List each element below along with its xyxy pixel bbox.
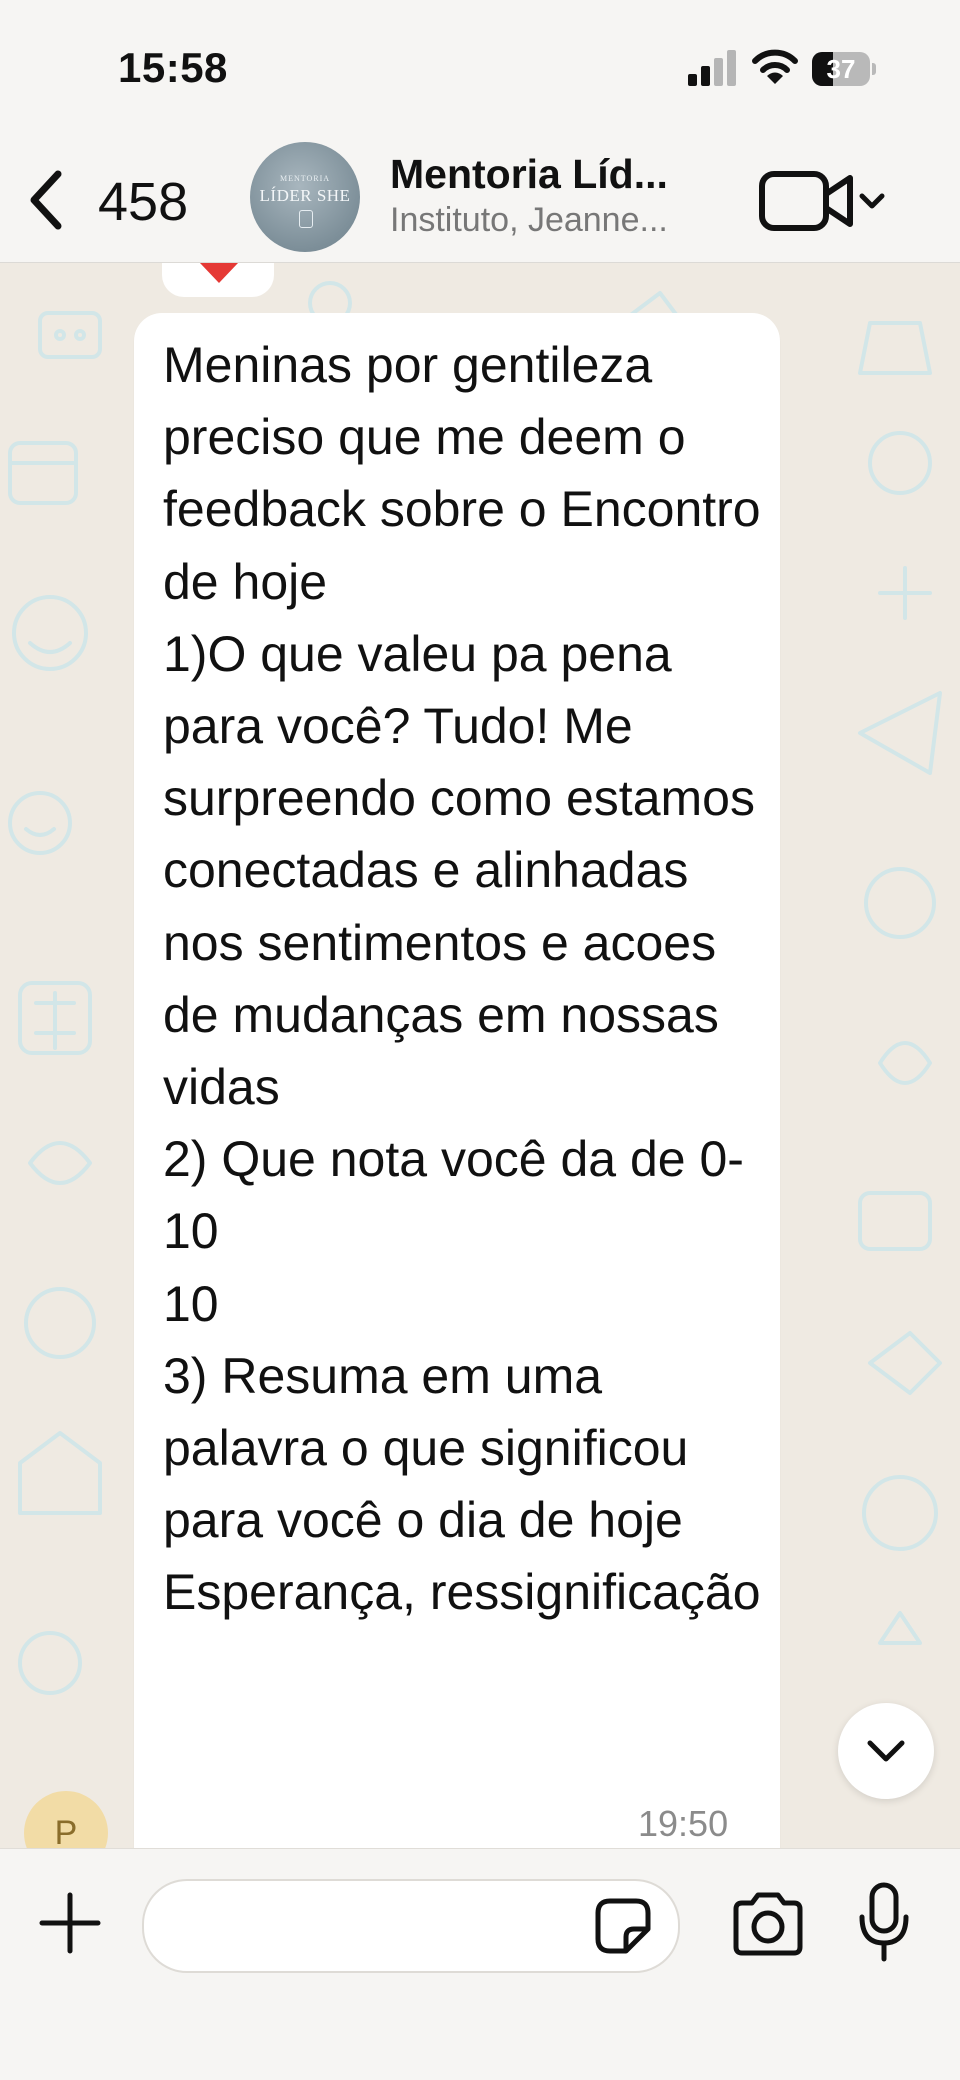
camera-icon [733,1892,803,1956]
avatar-main-text: LÍDER SHE [259,186,351,205]
back-button[interactable]: 458 [20,160,210,240]
input-bar [0,1848,960,2080]
plus-icon [39,1892,101,1954]
wifi-icon [752,49,798,84]
battery-icon: 37 [812,52,876,86]
status-bar: 15:58 37 [0,0,960,140]
battery-level: 37 [826,54,856,84]
message-text: Meninas por gentileza preciso que me dee… [163,337,761,1621]
message-time: 19:50 [638,1803,729,1844]
group-members: Instituto, Jeanne... [390,201,668,239]
chevron-down-icon [859,193,885,209]
microphone-icon [859,1882,909,1962]
avatar-logo-mark [299,210,313,228]
group-info[interactable]: Mentoria Líd... Instituto, Jeanne... [390,150,730,242]
chevron-down-icon [867,1740,905,1762]
attach-button[interactable] [38,1891,102,1955]
message-input[interactable] [174,1899,578,1953]
previous-message-bubble[interactable] [162,263,274,297]
heart-reaction-icon [200,263,238,283]
chat-header: 458 MENTORIA LÍDER SHE Mentoria Líd... I… [0,140,960,263]
sticker-button[interactable] [592,1895,654,1957]
message-bubble[interactable]: Meninas por gentileza preciso que me dee… [134,313,780,1848]
cellular-signal-icon [688,50,736,86]
sticker-icon [595,1898,651,1954]
video-call-button[interactable] [758,164,888,238]
avatar-top-text: MENTORIA [279,174,331,183]
message-input-container [142,1879,680,1973]
chevron-left-icon [30,170,62,230]
chat-area[interactable]: Meninas por gentileza preciso que me dee… [0,263,960,1848]
status-time: 15:58 [118,44,228,91]
video-camera-icon [759,171,885,231]
scroll-down-button[interactable] [838,1703,934,1799]
unread-count: 458 [98,172,189,232]
microphone-button[interactable] [856,1881,912,1963]
camera-button[interactable] [730,1889,806,1959]
group-avatar[interactable]: MENTORIA LÍDER SHE [250,142,360,252]
group-name: Mentoria Líd... [390,151,668,197]
